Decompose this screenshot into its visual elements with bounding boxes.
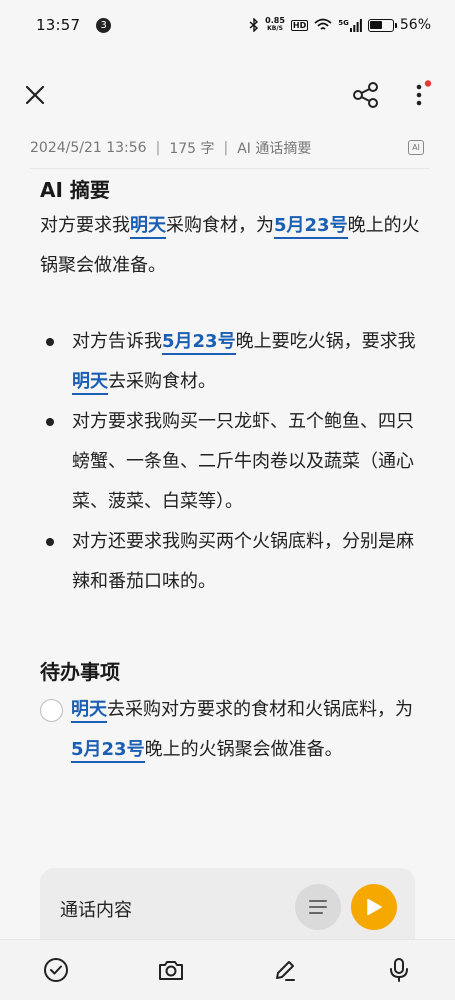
list-item: 对方要求我购买一只龙虾、五个鲍鱼、四只螃蟹、一条鱼、二斤牛肉卷以及蔬菜（通心菜、… — [40, 402, 420, 522]
share-button[interactable] — [350, 80, 382, 110]
call-content-card[interactable]: 通话内容 — [40, 868, 415, 948]
meta-separator: | — [223, 140, 229, 156]
date-link[interactable]: 明天 — [130, 215, 166, 239]
check-circle-icon — [44, 958, 68, 982]
text-span: 对方告诉我 — [72, 331, 162, 352]
text-span: 对方要求我 — [40, 215, 130, 236]
battery-fill — [370, 21, 383, 29]
play-icon — [367, 898, 382, 916]
close-icon — [25, 85, 45, 105]
date-link[interactable]: 明天 — [72, 371, 108, 395]
date-link[interactable]: 5月23号 — [71, 739, 145, 763]
cellular-signal-icon — [349, 18, 362, 32]
text-span: 晚上要吃火锅，要求我 — [235, 331, 416, 352]
list-item: 对方还要求我购买两个火锅底料，分别是麻辣和番茄口味的。 — [40, 522, 420, 602]
date-link[interactable]: 明天 — [71, 699, 107, 723]
text-span: 去采购食材。 — [108, 371, 216, 392]
text-span: 采购食材，为 — [166, 215, 274, 236]
voice-input-button[interactable] — [385, 956, 413, 984]
text-span: 对方还要求我购买两个火锅底料，分别是麻辣和番茄口味的。 — [72, 531, 414, 592]
more-options-button[interactable] — [404, 80, 434, 110]
note-source: AI 通话摘要 — [237, 141, 312, 157]
checklist-button[interactable] — [42, 956, 70, 984]
call-content-label: 通话内容 — [60, 900, 132, 921]
note-meta: 2024/5/21 13:56 | 175 字 | AI 通话摘要 AI — [30, 137, 430, 159]
more-vertical-icon — [416, 80, 432, 106]
summary-bullet-list: 对方告诉我5月23号晚上要吃火锅，要求我明天去采购食材。 对方要求我购买一只龙虾… — [40, 322, 420, 602]
date-link[interactable]: 5月23号 — [274, 215, 348, 239]
note-datetime: 2024/5/21 13:56 — [30, 140, 147, 156]
ai-badge-icon[interactable]: AI — [408, 140, 424, 155]
net-speed-value: 0.85 — [265, 16, 285, 25]
divider — [30, 168, 430, 169]
word-count: 175 字 — [169, 141, 215, 157]
list-item: 对方告诉我5月23号晚上要吃火锅，要求我明天去采购食材。 — [40, 322, 420, 402]
battery-percent: 56% — [399, 17, 431, 33]
battery-icon — [367, 18, 397, 32]
todo-checkbox[interactable] — [40, 699, 63, 722]
play-button[interactable] — [351, 884, 397, 930]
text-span: 去采购对方要求的食材和火锅底料，为 — [107, 699, 413, 720]
camera-icon — [159, 961, 183, 980]
transcript-list-button[interactable] — [295, 884, 341, 930]
signal-indicator: 5G — [338, 18, 362, 32]
wifi-icon — [314, 18, 332, 30]
microphone-icon — [390, 958, 408, 982]
status-bar: 13:57 3 0.85 KB/S HD 5G 56% — [0, 0, 455, 50]
share-icon — [353, 82, 378, 108]
status-icons: 0.85 KB/S HD 5G 56% — [249, 17, 431, 33]
todo-title: 待办事项 — [40, 659, 120, 684]
bullet-icon — [46, 418, 54, 426]
meta-separator: | — [155, 140, 161, 156]
text-span: 对方要求我购买一只龙虾、五个鲍鱼、四只螃蟹、一条鱼、二斤牛肉卷以及蔬菜（通心菜、… — [72, 411, 414, 512]
status-time: 13:57 — [36, 16, 81, 34]
bullet-icon — [46, 338, 54, 346]
summary-title: AI 摘要 — [40, 177, 110, 202]
close-button[interactable] — [20, 80, 50, 110]
net-speed: 0.85 KB/S — [265, 17, 285, 33]
net-speed-unit: KB/S — [267, 25, 283, 32]
todo-item: 明天去采购对方要求的食材和火锅底料，为 5月23号晚上的火锅聚会做准备。 — [40, 690, 420, 770]
top-toolbar — [0, 70, 455, 120]
bluetooth-icon — [249, 18, 259, 32]
note-content: AI 摘要 对方要求我明天采购食材，为5月23号晚上的火锅聚会做准备。 对方告诉… — [40, 170, 420, 770]
draw-button[interactable] — [271, 956, 299, 984]
notification-dot — [424, 80, 432, 87]
signal-label: 5G — [338, 18, 349, 27]
bullet-icon — [46, 538, 54, 546]
camera-button[interactable] — [157, 956, 185, 984]
text-span: 晚上的火锅聚会做准备。 — [144, 739, 343, 760]
list-icon — [309, 900, 327, 914]
date-link[interactable]: 5月23号 — [162, 331, 236, 355]
hd-label: HD — [290, 19, 309, 31]
notification-count-badge: 3 — [96, 17, 112, 33]
summary-intro: 对方要求我明天采购食材，为5月23号晚上的火锅聚会做准备。 — [40, 206, 420, 286]
bottom-action-bar — [0, 940, 455, 1000]
pen-icon — [276, 961, 295, 981]
